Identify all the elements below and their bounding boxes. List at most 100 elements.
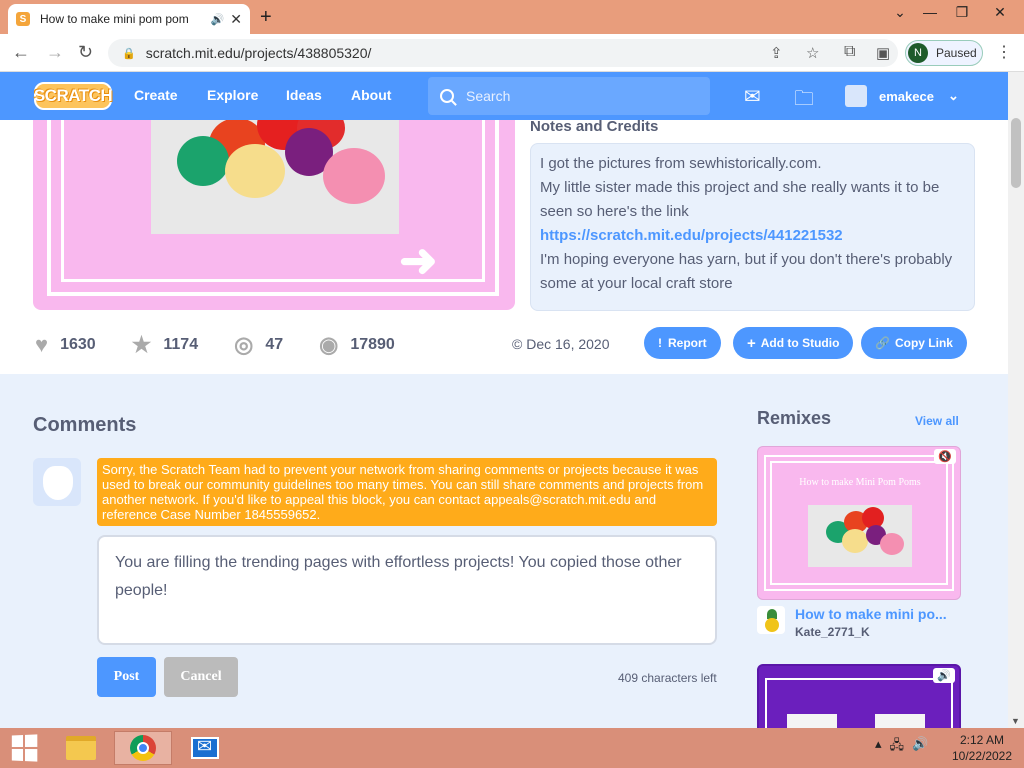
page-scrollbar[interactable]: ▼ bbox=[1008, 72, 1024, 728]
system-tray: ▴ 🖧 🔊 bbox=[875, 736, 928, 758]
view-stat: ◉ 17890 bbox=[319, 332, 395, 358]
windows-taskbar: ▴ 🖧 🔊 2:12 AM 10/22/2022 bbox=[0, 728, 1024, 768]
thumb-pom-yellow bbox=[842, 529, 868, 553]
clock-time: 2:12 AM bbox=[959, 733, 1005, 747]
profile-button[interactable]: N Paused bbox=[905, 40, 983, 66]
heart-icon: ♥ bbox=[35, 332, 49, 357]
cancel-button[interactable]: Cancel bbox=[164, 657, 238, 697]
remixes-title: Remixes bbox=[757, 408, 832, 428]
chrome-icon bbox=[130, 735, 156, 761]
remix-author-link[interactable]: Kate_2771_K bbox=[795, 625, 947, 639]
restore-button[interactable]: ❐ bbox=[947, 4, 977, 21]
characters-left: 409 characters left bbox=[618, 671, 717, 685]
messages-envelope-icon[interactable]: ✉ bbox=[744, 84, 761, 109]
thumb-title: How to make Mini Pom Poms bbox=[799, 477, 921, 488]
comment-textarea[interactable]: You are filling the trending pages with … bbox=[97, 535, 717, 645]
thumb2-image-right bbox=[875, 714, 925, 728]
profile-avatar: N bbox=[908, 43, 928, 63]
notes-title: Notes and Credits bbox=[530, 120, 659, 135]
view-count: 17890 bbox=[350, 336, 395, 353]
remix-author-avatar[interactable] bbox=[757, 606, 785, 634]
remix-thumbnail[interactable]: How to make Mini Pom Poms 🔇 bbox=[757, 446, 961, 600]
audio-playing-icon[interactable]: 🔊 bbox=[211, 13, 225, 26]
lock-icon[interactable]: 🔒 bbox=[122, 47, 136, 60]
search-input[interactable]: Search bbox=[428, 77, 710, 115]
tray-expand-icon[interactable]: ▴ bbox=[875, 736, 882, 758]
windows-logo-icon bbox=[11, 734, 38, 762]
add-to-studio-label: Add to Studio bbox=[760, 336, 840, 350]
remix-title-link[interactable]: How to make mini po... bbox=[795, 606, 947, 622]
favorite-count: 1174 bbox=[163, 336, 199, 353]
username: emakece bbox=[879, 88, 934, 104]
post-button[interactable]: Post bbox=[97, 657, 156, 697]
scroll-down-arrow-icon[interactable]: ▼ bbox=[1011, 716, 1020, 726]
tab-close-icon[interactable]: ✕ bbox=[230, 11, 242, 28]
project-link[interactable]: https://scratch.mit.edu/projects/4412215… bbox=[540, 227, 843, 244]
add-to-studio-button[interactable]: + Add to Studio bbox=[733, 327, 854, 359]
speaker-icon: 🔊 bbox=[933, 668, 955, 683]
remix-thumbnail-2[interactable]: 🔊 bbox=[757, 664, 961, 728]
comments-title: Comments bbox=[33, 414, 137, 436]
scratch-navbar: SCRATCH Create Explore Ideas About Searc… bbox=[0, 72, 1008, 120]
my-stuff-folder-icon[interactable]: 🗀 bbox=[794, 84, 814, 118]
eye-icon: ◉ bbox=[319, 332, 339, 357]
project-stage[interactable]: ➜ bbox=[33, 120, 515, 310]
project-page: ➜ Notes and Credits I got the pictures f… bbox=[0, 120, 1008, 728]
report-button[interactable]: ! Report bbox=[644, 327, 721, 359]
exclamation-icon: ! bbox=[658, 336, 662, 350]
network-block-warning: Sorry, the Scratch Team had to prevent y… bbox=[97, 458, 717, 526]
browser-toolbar: ← → ↻ 🔒 scratch.mit.edu/projects/4388053… bbox=[0, 34, 1024, 72]
start-button[interactable] bbox=[0, 731, 48, 765]
copy-link-button[interactable]: 🔗 Copy Link bbox=[861, 327, 967, 359]
extensions-puzzle-icon[interactable]: ⧉ bbox=[844, 43, 855, 61]
account-menu[interactable]: emakece ⌄ bbox=[845, 85, 959, 107]
profile-status: Paused bbox=[936, 46, 977, 60]
bookmark-star-icon[interactable]: ☆ bbox=[806, 44, 819, 62]
minimize-button[interactable]: — bbox=[915, 4, 945, 20]
chrome-taskbar-button[interactable] bbox=[114, 731, 172, 765]
share-date: © Dec 16, 2020 bbox=[512, 336, 610, 352]
plus-icon: + bbox=[747, 334, 756, 352]
share-icon[interactable]: ⇪ bbox=[770, 44, 783, 62]
user-avatar bbox=[845, 85, 867, 107]
pom-pink bbox=[323, 148, 385, 204]
notes-line-1: I got the pictures from sewhistorically.… bbox=[540, 155, 822, 172]
project-top-panel: ➜ Notes and Credits I got the pictures f… bbox=[0, 120, 1008, 374]
project-stats: ♥ 1630 ★ 1174 ◎ 47 ◉ 17890 bbox=[35, 332, 431, 358]
thumb-pom-pink bbox=[880, 533, 904, 555]
reload-icon[interactable]: ↻ bbox=[78, 42, 93, 63]
file-explorer-button[interactable] bbox=[52, 731, 110, 765]
clock-date: 10/22/2022 bbox=[951, 749, 1013, 763]
network-icon[interactable]: 🖧 bbox=[890, 736, 905, 758]
forward-arrow-icon[interactable]: → bbox=[46, 42, 64, 63]
back-arrow-icon[interactable]: ← bbox=[12, 42, 30, 63]
nav-about[interactable]: About bbox=[351, 87, 391, 103]
view-all-link[interactable]: View all bbox=[915, 414, 959, 428]
browser-tab[interactable]: S How to make mini pom pom 🔊 ✕ bbox=[8, 4, 250, 34]
love-stat[interactable]: ♥ 1630 bbox=[35, 332, 96, 358]
scratch-logo[interactable]: SCRATCH bbox=[34, 82, 113, 110]
remix-swirl-icon: ◎ bbox=[234, 332, 254, 357]
address-bar[interactable]: 🔒 scratch.mit.edu/projects/438805320/ ⇪ … bbox=[108, 39, 898, 67]
system-clock[interactable]: 2:12 AM 10/22/2022 bbox=[950, 732, 1014, 764]
nav-create[interactable]: Create bbox=[134, 87, 178, 103]
favorite-stat[interactable]: ★ 1174 bbox=[132, 332, 198, 358]
side-panel-icon[interactable]: ▣ bbox=[876, 44, 890, 62]
notes-line-2: My little sister made this project and s… bbox=[540, 179, 940, 220]
browser-tab-bar: S How to make mini pom pom 🔊 ✕ + ⌄ — ❐ ✕ bbox=[0, 0, 1024, 34]
window-close-button[interactable]: ✕ bbox=[985, 4, 1015, 21]
new-tab-button[interactable]: + bbox=[260, 6, 272, 29]
nav-ideas[interactable]: Ideas bbox=[286, 87, 322, 103]
remix-count: 47 bbox=[265, 336, 284, 353]
pom-yellow bbox=[225, 144, 285, 198]
nav-explore[interactable]: Explore bbox=[207, 87, 258, 103]
tab-title: How to make mini pom pom bbox=[40, 12, 189, 26]
scrollbar-thumb[interactable] bbox=[1011, 118, 1021, 188]
star-icon: ★ bbox=[131, 332, 152, 357]
link-icon: 🔗 bbox=[875, 336, 890, 350]
tab-search-chevron-icon[interactable]: ⌄ bbox=[885, 4, 915, 21]
pineapple-icon bbox=[765, 618, 779, 632]
volume-icon[interactable]: 🔊 bbox=[912, 736, 928, 758]
browser-menu-icon[interactable]: ⋮ bbox=[996, 42, 1012, 62]
mail-taskbar-button[interactable] bbox=[176, 731, 234, 765]
